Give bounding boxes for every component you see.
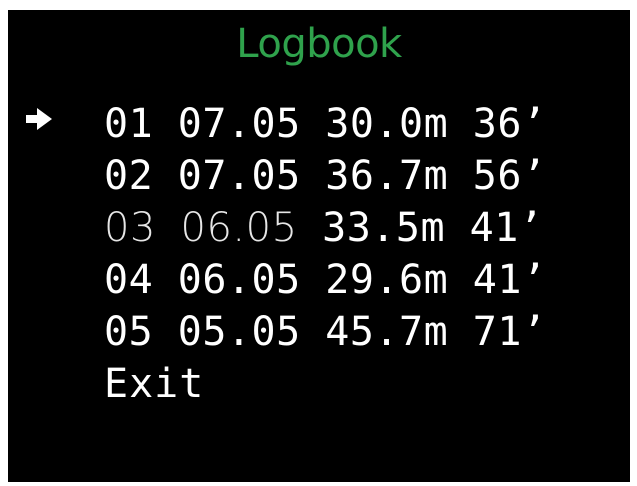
entry-number: 01 <box>104 101 154 147</box>
dive-computer-screen: Logbook 01 07.05 30.0m 36’ 02 07.05 36.7… <box>8 10 630 482</box>
logbook-entry-03[interactable]: 03 06.05 33.5m 41’ <box>8 202 630 254</box>
entry-duration: 41’ <box>469 205 544 251</box>
logbook-entry-text: 02 07.05 36.7m 56’ <box>104 150 547 202</box>
entry-date: 07.05 <box>177 101 301 147</box>
entry-depth: 45.7m <box>325 309 449 355</box>
logbook-entry-text: 01 07.05 30.0m 36’ <box>104 98 547 150</box>
exit-label: Exit <box>104 361 205 407</box>
exit-menu-item[interactable]: Exit <box>8 358 630 410</box>
logbook-entry-05[interactable]: 05 05.05 45.7m 71’ <box>8 306 630 358</box>
entry-date: 07.05 <box>177 153 301 199</box>
entry-number: 04 <box>104 257 154 303</box>
entry-depth: 29.6m <box>325 257 449 303</box>
logbook-entry-text: 05 05.05 45.7m 71’ <box>104 306 547 358</box>
arrow-right-icon <box>26 108 52 130</box>
entry-number: 03 <box>104 205 156 251</box>
logbook-entry-04[interactable]: 04 06.05 29.6m 41’ <box>8 254 630 306</box>
screen-title: Logbook <box>236 21 402 67</box>
entry-number: 05 <box>104 309 154 355</box>
logbook-entry-02[interactable]: 02 07.05 36.7m 56’ <box>8 150 630 202</box>
entry-duration: 36’ <box>472 101 547 147</box>
entry-depth: 33.5m <box>322 205 446 251</box>
entry-duration: 41’ <box>472 257 547 303</box>
entry-date: 06.05 <box>177 257 301 303</box>
entry-depth: 36.7m <box>325 153 449 199</box>
entry-number: 02 <box>104 153 154 199</box>
logbook-entry-text: 03 06.05 33.5m 41’ <box>104 202 543 254</box>
entry-depth: 30.0m <box>325 101 449 147</box>
entry-duration: 71’ <box>472 309 547 355</box>
entry-date: 06.05 <box>180 205 298 251</box>
logbook-entry-01[interactable]: 01 07.05 30.0m 36’ <box>8 98 630 150</box>
entry-duration: 56’ <box>472 153 547 199</box>
entry-date: 05.05 <box>177 309 301 355</box>
logbook-entry-text: 04 06.05 29.6m 41’ <box>104 254 547 306</box>
